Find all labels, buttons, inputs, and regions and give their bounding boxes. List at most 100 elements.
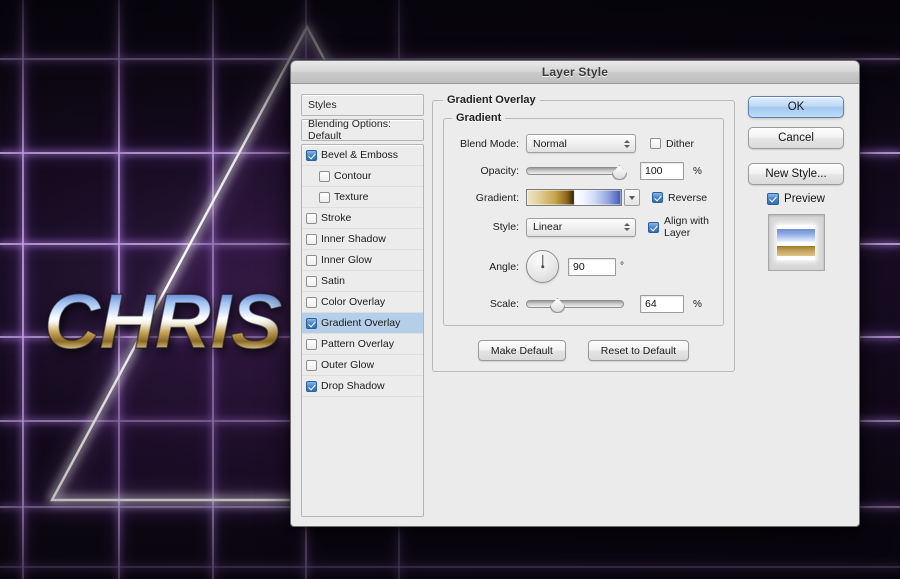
effect-row-inner-glow[interactable]: Inner Glow	[302, 250, 423, 271]
style-label: Style:	[492, 221, 519, 233]
layer-style-dialog: Layer Style Styles Blending Options: Def…	[290, 60, 860, 527]
gradient-subgroup-title: Gradient	[456, 112, 502, 124]
effect-row-texture[interactable]: Texture	[302, 187, 423, 208]
ok-button[interactable]: OK	[748, 96, 844, 118]
dialog-titlebar[interactable]: Layer Style	[291, 61, 859, 84]
scale-label: Scale:	[489, 298, 519, 310]
styles-header-label: Styles	[308, 99, 337, 111]
opacity-slider[interactable]	[526, 162, 627, 180]
effect-row-color-overlay[interactable]: Color Overlay	[302, 292, 423, 313]
cancel-button[interactable]: Cancel	[748, 127, 844, 149]
dither-field[interactable]: Dither	[650, 138, 694, 150]
angle-row: Angle: 90 °	[452, 250, 715, 283]
align-with-layer-label: Align with Layer	[664, 215, 709, 239]
checkbox-satin[interactable]	[306, 275, 317, 287]
angle-dial[interactable]	[526, 250, 559, 283]
scale-row: Scale: 64 %	[452, 295, 715, 313]
style-value: Linear	[533, 221, 563, 233]
gradient-picker-button[interactable]	[624, 189, 640, 206]
effect-row-drop-shadow[interactable]: Drop Shadow	[302, 376, 423, 397]
effect-label: Inner Shadow	[321, 233, 386, 245]
reverse-field[interactable]: Reverse	[652, 192, 707, 204]
grid-line-v	[22, 0, 24, 579]
checkbox-texture[interactable]	[319, 191, 330, 203]
effect-row-outer-glow[interactable]: Outer Glow	[302, 355, 423, 376]
actions-panel: OK Cancel New Style... Preview	[743, 94, 849, 517]
opacity-row: Opacity: 100 %	[452, 162, 715, 180]
effect-label: Texture	[334, 191, 369, 203]
blending-options-label: Blending Options: Default	[308, 118, 391, 142]
opacity-input[interactable]: 100	[640, 162, 684, 180]
opacity-value-field: 100 %	[640, 162, 702, 180]
scale-slider-track	[526, 300, 624, 308]
scale-input[interactable]: 64	[640, 295, 684, 313]
effect-row-pattern-overlay[interactable]: Pattern Overlay	[302, 334, 423, 355]
style-select[interactable]: Linear	[526, 217, 636, 237]
checkbox-gradient-overlay[interactable]	[306, 317, 317, 329]
checkbox-align-with-layer[interactable]	[648, 221, 659, 233]
opacity-label: Opacity:	[480, 165, 519, 177]
effect-row-satin[interactable]: Satin	[302, 271, 423, 292]
gradient-swatch[interactable]	[526, 189, 622, 206]
effect-label: Inner Glow	[321, 254, 372, 266]
gradient-row: Gradient: Reverse	[452, 189, 715, 206]
scale-unit: %	[693, 298, 702, 310]
effect-label: Color Overlay	[321, 296, 386, 308]
effect-row-bevel-emboss[interactable]: Bevel & Emboss	[302, 145, 423, 166]
blend-mode-row: Blend Mode: Normal Dither	[452, 134, 715, 153]
opacity-slider-track	[526, 167, 624, 175]
effect-label: Satin	[321, 275, 345, 287]
blend-mode-select[interactable]: Normal	[526, 134, 636, 153]
reset-to-default-button[interactable]: Reset to Default	[587, 340, 690, 361]
make-default-button[interactable]: Make Default	[477, 340, 566, 361]
checkbox-reverse[interactable]	[652, 192, 663, 203]
effect-row-stroke[interactable]: Stroke	[302, 208, 423, 229]
checkbox-inner-glow[interactable]	[306, 254, 317, 266]
checkbox-contour[interactable]	[319, 170, 330, 182]
effect-label: Outer Glow	[321, 359, 375, 371]
checkbox-dither[interactable]	[650, 138, 661, 149]
new-style-button[interactable]: New Style...	[748, 163, 844, 185]
effect-row-contour[interactable]: Contour	[302, 166, 423, 187]
preview-swatch-top	[777, 229, 815, 242]
scale-value-field: 64 %	[640, 295, 702, 313]
blending-options-row[interactable]: Blending Options: Default	[301, 118, 424, 142]
chevron-updown-icon	[624, 139, 630, 148]
styles-header[interactable]: Styles	[301, 94, 424, 116]
checkbox-pattern-overlay[interactable]	[306, 338, 317, 350]
preview-label: Preview	[784, 193, 825, 205]
gradient-overlay-group-title: Gradient Overlay	[447, 94, 536, 106]
effect-row-inner-shadow[interactable]: Inner Shadow	[302, 229, 423, 250]
align-with-layer-field[interactable]: Align with Layer	[648, 215, 715, 239]
gradient-label: Gradient:	[475, 191, 519, 204]
preview-thumbnail	[767, 214, 825, 271]
dither-label: Dither	[666, 137, 695, 150]
dialog-title: Layer Style	[541, 65, 609, 79]
chevron-updown-icon	[624, 223, 630, 231]
checkbox-stroke[interactable]	[306, 212, 317, 224]
options-panel: Gradient Overlay Gradient Blend Mode: No…	[432, 94, 735, 517]
reverse-label: Reverse	[668, 191, 708, 204]
effect-label: Stroke	[321, 212, 352, 224]
checkbox-outer-glow[interactable]	[306, 359, 317, 371]
checkbox-bevel-emboss[interactable]	[306, 149, 317, 161]
checkbox-color-overlay[interactable]	[306, 296, 317, 308]
defaults-button-row: Make Default Reset to Default	[443, 340, 724, 361]
angle-unit: °	[620, 261, 624, 272]
effect-label: Bevel & Emboss	[321, 149, 399, 161]
blend-mode-value: Normal	[533, 137, 567, 150]
checkbox-drop-shadow[interactable]	[306, 380, 317, 392]
style-row: Style: Linear Align with Layer	[452, 215, 715, 239]
effect-label: Drop Shadow	[321, 380, 385, 392]
angle-label: Angle:	[489, 260, 519, 273]
gradient-overlay-group: Gradient Overlay Gradient Blend Mode: No…	[432, 94, 735, 372]
scale-slider[interactable]	[526, 295, 624, 313]
checkbox-inner-shadow[interactable]	[306, 233, 317, 245]
effects-list: Bevel & Emboss Contour Texture Stroke In…	[301, 144, 424, 517]
opacity-unit: %	[693, 165, 702, 177]
effect-label: Contour	[334, 170, 372, 182]
effect-row-gradient-overlay[interactable]: Gradient Overlay	[302, 313, 423, 334]
angle-input[interactable]: 90	[568, 257, 616, 276]
checkbox-preview[interactable]	[767, 193, 780, 205]
preview-field[interactable]: Preview	[767, 193, 825, 205]
